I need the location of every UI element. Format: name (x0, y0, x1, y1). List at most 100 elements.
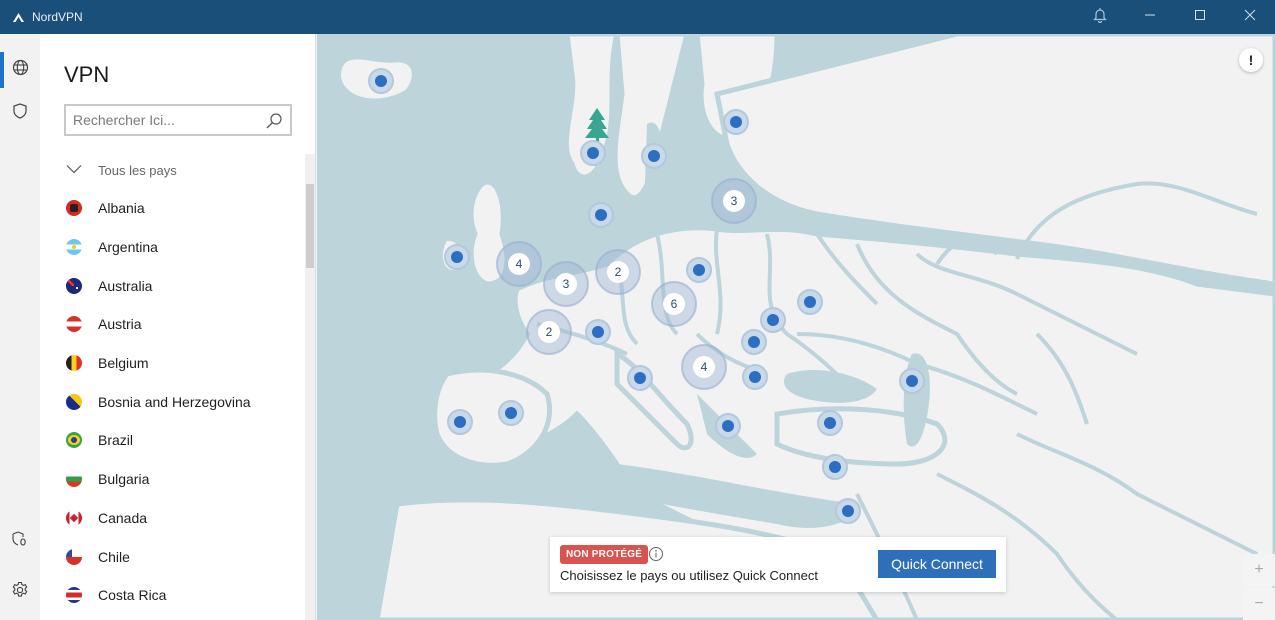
status-badge: NON PROTÉGÉ (560, 545, 649, 564)
server-pin[interactable] (693, 264, 705, 276)
land-masses (336, 34, 1275, 620)
country-name: Austria (98, 316, 142, 333)
country-item-brazil[interactable]: Brazil (40, 421, 306, 460)
country-item-bosnia[interactable]: Bosnia and Herzegovina (40, 382, 306, 421)
server-pin[interactable] (648, 150, 660, 162)
group-header-all-countries[interactable]: Tous les pays (40, 151, 306, 189)
server-cluster-count: 4 (701, 360, 708, 374)
globe-icon (12, 59, 29, 81)
server-pin[interactable] (587, 147, 599, 159)
server-pin[interactable] (375, 75, 387, 87)
country-item-australia[interactable]: Australia (40, 266, 306, 305)
notifications-button[interactable] (1075, 0, 1125, 34)
country-item-albania[interactable]: Albania (40, 189, 306, 228)
server-cluster-count: 6 (671, 297, 678, 311)
group-label: Tous les pays (98, 162, 177, 178)
country-name: Bulgaria (98, 471, 150, 488)
plus-icon: + (1254, 561, 1264, 578)
server-pin[interactable] (595, 209, 607, 221)
minimize-icon (1144, 8, 1156, 26)
server-cluster-count: 4 (516, 257, 523, 271)
rail-item-vpn[interactable] (0, 52, 40, 88)
maximize-button[interactable] (1175, 0, 1225, 34)
server-pin[interactable] (730, 116, 742, 128)
close-button[interactable] (1225, 0, 1275, 34)
search-icon[interactable] (265, 112, 283, 135)
server-pin[interactable] (749, 371, 761, 383)
country-item-bulgaria[interactable]: Bulgaria (40, 460, 306, 499)
server-pin[interactable] (824, 417, 836, 429)
nav-rail (0, 34, 40, 620)
country-name: Chile (98, 548, 130, 565)
nordvpn-logo-icon (12, 10, 26, 24)
country-name: Australia (98, 277, 153, 294)
map-canvas: 4 3 2 2 6 4 3 (336, 34, 1275, 620)
server-pin[interactable] (829, 461, 841, 473)
server-cluster-count: 2 (546, 325, 553, 339)
flag-brazil-icon (66, 432, 82, 449)
flag-austria-icon (66, 316, 82, 333)
server-cluster-count: 2 (615, 265, 622, 279)
country-name: Canada (98, 509, 148, 526)
country-item-austria[interactable]: Austria (40, 305, 306, 344)
flag-australia-icon (66, 277, 82, 294)
app-title: NordVPN (32, 10, 83, 24)
zoom-out-button[interactable]: − (1243, 588, 1275, 620)
country-name: Costa Rica (98, 587, 167, 604)
server-pin[interactable] (454, 416, 466, 428)
country-item-canada[interactable]: Canada (40, 499, 306, 538)
server-pin[interactable] (842, 505, 854, 517)
country-item-belgium[interactable]: Belgium (40, 344, 306, 383)
quick-connect-button[interactable]: Quick Connect (878, 550, 996, 578)
search-box[interactable] (64, 104, 292, 136)
country-name: Argentina (98, 239, 158, 256)
scrollbar-thumb[interactable] (306, 184, 314, 268)
panel-title: VPN (64, 62, 110, 87)
country-item-costa-rica[interactable]: Costa Rica (40, 576, 306, 615)
flag-belgium-icon (66, 355, 82, 372)
minus-icon: − (1254, 595, 1264, 612)
zoom-in-button[interactable]: + (1243, 554, 1275, 586)
server-pin[interactable] (804, 296, 816, 308)
rail-item-threat-protection[interactable] (0, 95, 40, 131)
minimize-button[interactable] (1125, 0, 1175, 34)
shield-zero-icon (12, 530, 28, 552)
shield-icon (13, 102, 27, 124)
close-icon (1244, 8, 1256, 26)
flag-argentina-icon (66, 239, 82, 256)
server-pin[interactable] (451, 251, 463, 263)
country-panel: VPN Tous les pays Albania Argentina Aust… (40, 34, 316, 620)
rail-item-meshnet[interactable] (0, 523, 40, 559)
server-map[interactable]: 4 3 2 2 6 4 3 ! + − NON PROTÉGÉ Choisissez le … (317, 34, 1275, 620)
flag-bulgaria-icon (66, 471, 82, 488)
maximize-icon (1194, 8, 1206, 26)
info-icon[interactable] (648, 546, 664, 562)
country-list-scrollbar[interactable] (305, 154, 315, 620)
exclamation-icon: ! (1248, 52, 1254, 68)
country-name: Bosnia and Herzegovina (98, 393, 251, 410)
bell-icon (1093, 7, 1107, 28)
flag-costa-rica-icon (66, 587, 82, 604)
flag-canada-icon (66, 509, 82, 526)
flag-chile-icon (66, 548, 82, 565)
country-item-argentina[interactable]: Argentina (40, 228, 306, 267)
server-pin[interactable] (748, 336, 760, 348)
server-cluster-count: 3 (563, 277, 570, 291)
alert-button[interactable]: ! (1239, 48, 1263, 72)
title-bar: NordVPN (0, 0, 1275, 34)
server-pin[interactable] (505, 407, 517, 419)
country-name: Brazil (98, 432, 134, 449)
server-cluster-count: 3 (731, 194, 738, 208)
server-pin[interactable] (592, 326, 604, 338)
server-pin[interactable] (634, 372, 646, 384)
server-pin[interactable] (767, 314, 779, 326)
search-input[interactable] (66, 112, 256, 128)
flag-albania-icon (66, 200, 82, 217)
rail-item-settings[interactable] (0, 574, 40, 610)
server-pin[interactable] (906, 375, 918, 387)
country-list: Tous les pays Albania Argentina Australi… (40, 151, 306, 615)
country-item-chile[interactable]: Chile (40, 537, 306, 576)
flag-bosnia-icon (66, 393, 82, 410)
country-name: Belgium (98, 355, 149, 372)
server-pin[interactable] (722, 420, 734, 432)
